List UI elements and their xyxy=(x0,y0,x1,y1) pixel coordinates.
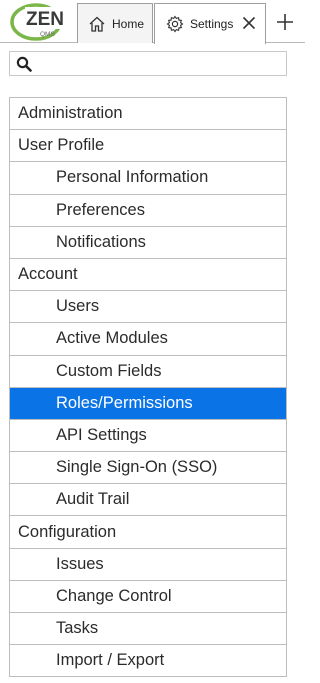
tab-settings-label: Settings xyxy=(190,17,234,31)
nav-item-label: Preferences xyxy=(56,200,145,219)
search-box xyxy=(9,51,287,76)
nav-item-personal-information[interactable]: Personal Information xyxy=(10,162,286,195)
nav-item-label: Personal Information xyxy=(56,168,209,187)
nav-item-label: Active Modules xyxy=(56,329,168,348)
tab-home[interactable]: Home xyxy=(77,3,153,43)
nav-item-label: User Profile xyxy=(18,136,105,155)
nav-item-label: Audit Trail xyxy=(56,490,130,509)
nav-item-issues[interactable]: Issues xyxy=(10,548,286,581)
tab-settings[interactable]: Settings xyxy=(154,3,266,44)
nav-item-label: Import / Export xyxy=(56,651,165,670)
nav-item-account[interactable]: Account xyxy=(10,258,286,292)
nav-item-roles-permissions[interactable]: Roles/Permissions xyxy=(10,387,286,420)
settings-nav: Administration User Profile Personal Infor… xyxy=(9,97,287,678)
nav-item-label: Tasks xyxy=(56,619,99,638)
nav-item-single-sign-on-sso[interactable]: Single Sign-On (SSO) xyxy=(10,452,286,485)
nav-item-import-export[interactable]: Import / Export xyxy=(10,645,286,678)
gear-icon xyxy=(166,15,184,33)
search-input[interactable] xyxy=(38,54,282,73)
zenqms-logo[interactable]: ZEN QMS xyxy=(9,3,75,41)
tab-bar: ZEN QMS Home Settings xyxy=(0,0,305,44)
nav-item-label: Account xyxy=(18,265,78,284)
nav-item-audit-trail[interactable]: Audit Trail xyxy=(10,484,286,517)
search-icon xyxy=(16,56,32,72)
nav-item-label: Issues xyxy=(56,554,104,573)
nav-item-api-settings[interactable]: API Settings xyxy=(10,419,286,453)
nav-item-users[interactable]: Users xyxy=(10,291,286,324)
nav-item-label: Roles/Permissions xyxy=(56,393,193,412)
add-tab-icon[interactable] xyxy=(273,10,297,34)
tab-home-label: Home xyxy=(112,16,145,31)
nav-item-user-profile[interactable]: User Profile xyxy=(10,130,286,163)
nav-item-label: Single Sign-On (SSO) xyxy=(56,458,218,477)
nav-item-label: Administration xyxy=(18,104,123,123)
close-icon[interactable] xyxy=(242,16,256,30)
logo-text: ZEN xyxy=(26,9,64,30)
nav-item-configuration[interactable]: Configuration xyxy=(10,516,286,549)
nav-item-label: API Settings xyxy=(56,425,147,444)
nav-item-label: Change Control xyxy=(56,586,172,605)
nav-item-notifications[interactable]: Notifications xyxy=(10,226,286,259)
nav-item-change-control[interactable]: Change Control xyxy=(10,580,286,613)
nav-item-label: Users xyxy=(56,297,100,316)
nav-item-label: Notifications xyxy=(56,232,146,251)
nav-item-label: Custom Fields xyxy=(56,361,162,380)
nav-item-administration[interactable]: Administration xyxy=(10,98,286,131)
logo-subtext: QMS xyxy=(40,31,55,38)
nav-item-active-modules[interactable]: Active Modules xyxy=(10,323,286,356)
nav-item-custom-fields[interactable]: Custom Fields xyxy=(10,355,286,388)
nav-item-label: Configuration xyxy=(18,522,117,541)
home-icon xyxy=(89,16,105,32)
nav-item-tasks[interactable]: Tasks xyxy=(10,613,286,646)
nav-item-preferences[interactable]: Preferences xyxy=(10,194,286,227)
